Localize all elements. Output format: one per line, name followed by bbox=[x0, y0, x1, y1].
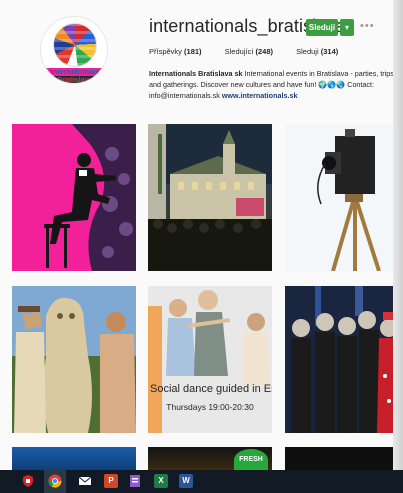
post-caption-line-2: Thursdays 19:00-20:30 bbox=[166, 402, 254, 412]
post-thumbnail-9[interactable] bbox=[285, 447, 403, 470]
profile-avatar[interactable]: Internationals Bratislava bbox=[40, 16, 108, 84]
caret-down-icon: ▾ bbox=[344, 23, 349, 32]
fresh-badge: FRESH bbox=[234, 449, 268, 470]
halloween-party-image bbox=[285, 286, 403, 433]
chrome-icon[interactable] bbox=[48, 474, 62, 488]
mail-icon[interactable] bbox=[78, 474, 92, 488]
powerpoint-icon[interactable]: P bbox=[104, 474, 118, 488]
avatar-logo-subtext: Bratislava bbox=[41, 76, 107, 83]
followers-label: Sledující bbox=[224, 47, 254, 56]
website-link[interactable]: www.internationals.sk bbox=[222, 91, 298, 100]
ellipsis-icon[interactable]: ••• bbox=[360, 20, 375, 32]
posts-label: Příspěvky bbox=[149, 47, 182, 56]
followers-stat[interactable]: Sledující (248) bbox=[225, 47, 273, 56]
posts-stat[interactable]: Příspěvky (181) bbox=[149, 47, 202, 56]
instagram-profile-page: Internationals Bratislava internationals… bbox=[0, 0, 403, 470]
follow-dropdown-button[interactable]: ▾ bbox=[340, 19, 354, 36]
followers-count: (248) bbox=[255, 47, 274, 56]
bio-name: Internationals Bratislava sk bbox=[149, 69, 243, 78]
document-icon[interactable] bbox=[128, 474, 142, 488]
post-thumbnail-1[interactable] bbox=[12, 124, 136, 271]
vintage-camera-tripod-image bbox=[285, 124, 403, 271]
post-caption-line-1: Social dance guided in Eng bbox=[150, 383, 272, 395]
profile-bio: Internationals Bratislava sk Internation… bbox=[149, 68, 399, 101]
excel-icon[interactable]: X bbox=[154, 474, 168, 488]
following-count: (314) bbox=[320, 47, 339, 56]
post-thumbnail-2[interactable] bbox=[148, 124, 272, 271]
post-thumbnail-6[interactable] bbox=[285, 286, 403, 433]
post-thumbnail-3[interactable] bbox=[285, 124, 403, 271]
post-thumbnail-7[interactable] bbox=[12, 447, 136, 470]
following-label: Sleduji bbox=[296, 47, 319, 56]
windows-taskbar: P X W bbox=[0, 470, 403, 493]
word-icon[interactable]: W bbox=[179, 474, 193, 488]
post-thumbnail-5[interactable]: Social dance guided in Eng Thursdays 19:… bbox=[148, 286, 272, 433]
night-town-square-image bbox=[148, 124, 272, 271]
following-button[interactable]: Sledují bbox=[306, 19, 338, 36]
globe-logo-icon bbox=[53, 23, 97, 67]
following-stat[interactable]: Sleduji (314) bbox=[296, 47, 338, 56]
silhouette-man-on-chair-image bbox=[12, 124, 136, 271]
posts-count: (181) bbox=[184, 47, 202, 56]
profile-stats: Příspěvky (181) Sledující (248) Sleduji … bbox=[149, 47, 359, 56]
scrollbar[interactable] bbox=[393, 0, 403, 470]
post-thumbnail-4[interactable] bbox=[12, 286, 136, 433]
post-thumbnail-8[interactable]: FRESH bbox=[148, 447, 272, 470]
shield-icon[interactable] bbox=[21, 474, 35, 488]
people-with-statue-image bbox=[12, 286, 136, 433]
